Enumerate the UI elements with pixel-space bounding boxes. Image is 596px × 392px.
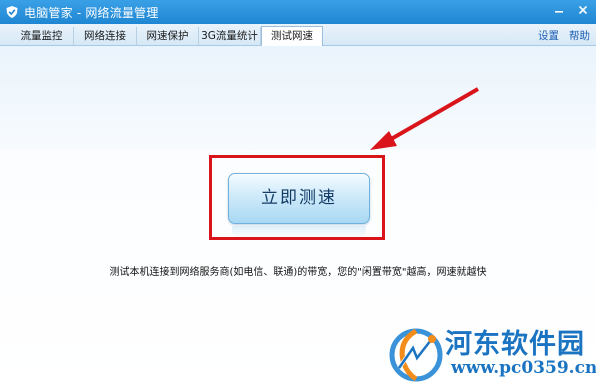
minimize-button[interactable] [552,3,566,17]
highlight-box [209,155,385,240]
help-link[interactable]: 帮助 [569,28,590,43]
tab-bar: 流量监控 网络连接 网速保护 3G流量统计 测试网速 设置 帮助 [0,24,596,47]
settings-link[interactable]: 设置 [538,28,559,43]
tab-3g-stats[interactable]: 3G流量统计 [199,27,261,46]
tab-speed-protection[interactable]: 网速保护 [137,27,199,46]
tab-network-connections[interactable]: 网络连接 [74,27,137,46]
tab-speed-test[interactable]: 测试网速 [261,26,323,47]
window-title: 电脑管家 - 网络流量管理 [24,5,159,20]
speed-test-description: 测试本机连接到网络服务商(如电信、联通)的带宽，您的"闲置带宽"越高，网速就越快 [109,267,487,278]
watermark-title: 河东软件园 [445,329,585,360]
watermark-logo-icon [389,328,443,382]
header-band [0,46,596,150]
minimize-icon [555,11,563,13]
tab-traffic-monitor[interactable]: 流量监控 [10,27,74,46]
watermark: 河东软件园 www.pc0359.cn [387,320,596,390]
close-icon [578,5,588,15]
shield-icon [6,6,18,18]
title-bar: 电脑管家 - 网络流量管理 [0,0,596,24]
watermark-url: www.pc0359.cn [451,358,596,378]
close-button[interactable] [576,3,590,17]
